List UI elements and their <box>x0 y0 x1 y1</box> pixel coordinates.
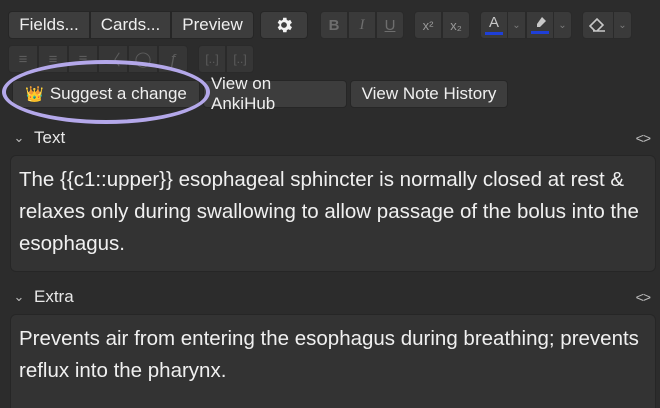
align-icon: ≡ <box>78 50 88 68</box>
field-header-text[interactable]: ⌄ Text <> <box>0 124 660 152</box>
highlighter-icon <box>537 17 546 27</box>
field-editor-text[interactable]: The {{c1::upper}} esophageal sphincter i… <box>10 155 656 272</box>
field-content: Prevents air from entering the esophagus… <box>19 327 639 382</box>
ankihub-toolbar: 👑 Suggest a change View on AnkiHub View … <box>8 74 508 113</box>
highlight-color-button[interactable] <box>526 11 554 39</box>
view-on-ankihub-button[interactable]: View on AnkiHub <box>203 74 347 113</box>
record-audio-button[interactable]: ◯ <box>128 45 158 73</box>
microphone-icon: ◯ <box>134 51 152 68</box>
note-buttons-group: Fields... Cards... Preview <box>8 11 254 39</box>
subscript-button[interactable]: x₂ <box>442 11 470 39</box>
chevron-down-icon: ⌄ <box>558 19 567 31</box>
italic-button[interactable]: I <box>348 11 376 39</box>
italic-icon: I <box>359 16 365 33</box>
underline-button[interactable]: U <box>376 11 404 39</box>
inline-format-group: B I U <box>320 11 404 39</box>
color-format-group: A ⌄ ⌄ <box>480 11 572 39</box>
script-format-group: x² x₂ <box>414 11 470 39</box>
chevron-down-icon: ⌄ <box>512 19 521 31</box>
superscript-button[interactable]: x² <box>414 11 442 39</box>
bullet-list-button[interactable]: ≡ <box>8 45 38 73</box>
cloze-icon: [..] <box>205 52 219 66</box>
editor-toolbar-row-2: ≡ ≡ ≡ 〈 ◯ ƒ [..] [..] <box>8 44 254 74</box>
numbered-list-icon: ≡ <box>48 50 58 68</box>
gear-icon <box>277 17 292 33</box>
field-name: Extra <box>34 287 74 306</box>
bold-button[interactable]: B <box>320 11 348 39</box>
eraser-button[interactable] <box>582 11 614 39</box>
settings-button[interactable] <box>260 11 308 39</box>
text-color-button[interactable]: A <box>480 11 508 39</box>
eraser-dropdown[interactable]: ⌄ <box>614 11 632 39</box>
editor-toolbar-row-1: Fields... Cards... Preview B I U x² x₂ A… <box>8 10 632 40</box>
text-color-icon: A <box>488 14 499 31</box>
attach-button[interactable]: 〈 <box>98 45 128 73</box>
html-editor-toggle-icon[interactable]: <> <box>636 130 651 146</box>
field-name: Text <box>34 128 66 147</box>
suggest-change-label: Suggest a change <box>49 84 187 103</box>
eraser-icon <box>589 17 605 32</box>
highlight-color-swatch <box>531 31 549 34</box>
function-icon: ƒ <box>168 50 178 68</box>
chevron-down-icon: ⌄ <box>618 19 627 31</box>
text-color-swatch <box>485 32 503 35</box>
eraser-group: ⌄ <box>582 11 632 39</box>
bold-icon: B <box>328 16 340 34</box>
field-header-extra[interactable]: ⌄ Extra <> <box>0 283 660 311</box>
collapse-chevron-icon[interactable]: ⌄ <box>4 289 34 305</box>
fields-button[interactable]: Fields... <box>8 11 90 39</box>
cloze-button[interactable]: [..] <box>198 45 226 73</box>
field-editor-extra[interactable]: Prevents air from entering the esophagus… <box>10 314 656 408</box>
math-button[interactable]: ƒ <box>158 45 188 73</box>
numbered-list-button[interactable]: ≡ <box>38 45 68 73</box>
suggest-change-button[interactable]: 👑 Suggest a change <box>12 80 200 108</box>
field-content: The {{c1::upper}} esophageal sphincter i… <box>19 168 639 255</box>
list-format-group: ≡ ≡ ≡ 〈 ◯ ƒ <box>8 45 188 73</box>
cards-button[interactable]: Cards... <box>90 11 171 39</box>
cloze-same-button[interactable]: [..] <box>226 45 254 73</box>
view-note-history-button[interactable]: View Note History <box>350 80 508 108</box>
highlight-color-dropdown[interactable]: ⌄ <box>554 11 572 39</box>
subscript-icon: x₂ <box>450 17 462 33</box>
cloze-same-icon: [..] <box>233 52 247 66</box>
crown-icon: 👑 <box>25 86 44 103</box>
text-color-dropdown[interactable]: ⌄ <box>508 11 526 39</box>
preview-button[interactable]: Preview <box>171 11 254 39</box>
paperclip-icon: 〈 <box>105 51 121 69</box>
align-button[interactable]: ≡ <box>68 45 98 73</box>
underline-icon: U <box>384 16 396 34</box>
collapse-chevron-icon[interactable]: ⌄ <box>4 130 34 146</box>
html-editor-toggle-icon[interactable]: <> <box>636 289 651 305</box>
bullet-list-icon: ≡ <box>18 50 28 68</box>
superscript-icon: x² <box>422 17 434 33</box>
cloze-group: [..] [..] <box>198 45 254 73</box>
